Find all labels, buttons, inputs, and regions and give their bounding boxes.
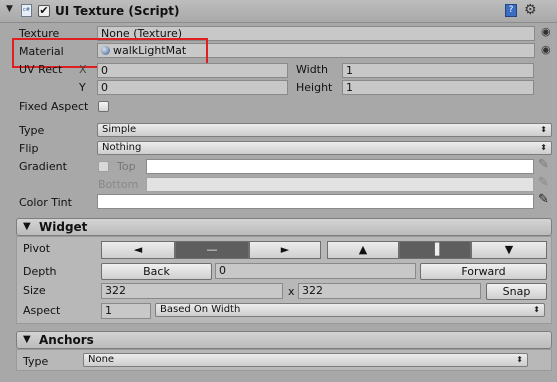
gradient-bottom-color[interactable] bbox=[146, 177, 534, 192]
snap-button[interactable]: Snap bbox=[486, 283, 547, 300]
enable-checkbox[interactable]: ✔ bbox=[38, 5, 50, 17]
component-title: UI Texture (Script) bbox=[55, 4, 180, 18]
depth-label: Depth bbox=[23, 265, 57, 278]
uv-y-label: Y bbox=[79, 81, 86, 94]
dropdown-arrows-icon: ⬍ bbox=[540, 125, 547, 134]
gradient-top-label: Top bbox=[117, 160, 136, 173]
pivot-middle-button[interactable]: ▐ bbox=[399, 241, 471, 259]
pivot-bottom-button[interactable]: ▼ bbox=[471, 241, 547, 259]
fixed-aspect-label: Fixed Aspect bbox=[19, 100, 89, 113]
aspect-mode-dropdown[interactable]: Based On Width ⬍ bbox=[155, 303, 545, 317]
anchors-type-label: Type bbox=[23, 355, 49, 368]
eyedropper-icon[interactable]: ✎ bbox=[538, 176, 549, 190]
uv-height-field[interactable]: 1 bbox=[342, 80, 534, 95]
texture-picker-icon[interactable]: ◉ bbox=[541, 25, 551, 38]
anchors-title: Anchors bbox=[39, 333, 94, 347]
color-tint-label: Color Tint bbox=[19, 196, 72, 209]
fixed-aspect-checkbox[interactable] bbox=[98, 101, 109, 112]
anchors-type-dropdown[interactable]: None ⬍ bbox=[83, 353, 528, 367]
flip-value: Nothing bbox=[102, 142, 142, 153]
dropdown-arrows-icon: ⬍ bbox=[533, 305, 540, 314]
widget-header[interactable]: ▼ Widget bbox=[16, 218, 552, 236]
pivot-top-button[interactable]: ▲ bbox=[327, 241, 399, 259]
gradient-bottom-label: Bottom bbox=[98, 178, 139, 191]
component-header: ▼ c# ✔ UI Texture (Script) ? ⚙ bbox=[0, 0, 557, 23]
settings-icon[interactable]: ⚙ bbox=[524, 2, 537, 18]
dropdown-arrows-icon: ⬍ bbox=[516, 355, 523, 364]
pivot-center-button[interactable]: — bbox=[175, 241, 249, 259]
type-dropdown[interactable]: Simple ⬍ bbox=[97, 123, 552, 137]
aspect-label: Aspect bbox=[23, 304, 61, 317]
type-value: Simple bbox=[102, 124, 137, 135]
uv-width-field[interactable]: 1 bbox=[342, 63, 534, 78]
eyedropper-icon[interactable]: ✎ bbox=[538, 193, 549, 207]
forward-button[interactable]: Forward bbox=[420, 263, 547, 280]
widget-title: Widget bbox=[39, 220, 88, 234]
depth-field[interactable]: 0 bbox=[215, 263, 416, 279]
size-x-label: x bbox=[288, 285, 295, 298]
dropdown-arrows-icon: ⬍ bbox=[540, 143, 547, 152]
size-width-field[interactable]: 322 bbox=[101, 283, 283, 299]
pivot-left-button[interactable]: ◄ bbox=[101, 241, 175, 259]
aspect-field[interactable]: 1 bbox=[101, 303, 151, 319]
aspect-mode-value: Based On Width bbox=[160, 304, 241, 315]
anchors-type-value: None bbox=[88, 354, 115, 365]
uv-x-label: X bbox=[79, 63, 87, 76]
color-tint-field[interactable] bbox=[97, 194, 534, 209]
flip-label: Flip bbox=[19, 142, 39, 155]
size-height-field[interactable]: 322 bbox=[298, 283, 481, 299]
help-icon[interactable]: ? bbox=[505, 4, 517, 17]
flip-dropdown[interactable]: Nothing ⬍ bbox=[97, 141, 552, 155]
gradient-label: Gradient bbox=[19, 160, 67, 173]
size-label: Size bbox=[23, 284, 46, 297]
uv-rect-label: UV Rect bbox=[19, 63, 63, 76]
script-icon: c# bbox=[21, 4, 32, 17]
gradient-checkbox[interactable] bbox=[98, 161, 109, 172]
foldout-arrow-icon: ▼ bbox=[23, 334, 31, 345]
uv-height-label: Height bbox=[296, 81, 333, 94]
eyedropper-icon[interactable]: ✎ bbox=[538, 158, 549, 172]
gradient-top-color[interactable] bbox=[146, 159, 534, 174]
pivot-label: Pivot bbox=[23, 242, 51, 255]
pivot-right-button[interactable]: ► bbox=[249, 241, 321, 259]
back-button[interactable]: Back bbox=[101, 263, 212, 280]
uv-width-label: Width bbox=[296, 63, 328, 76]
foldout-arrow-icon[interactable]: ▼ bbox=[6, 4, 13, 14]
type-label: Type bbox=[19, 124, 45, 137]
material-picker-icon[interactable]: ◉ bbox=[541, 43, 551, 56]
uv-x-field[interactable]: 0 bbox=[97, 63, 288, 78]
uv-y-field[interactable]: 0 bbox=[97, 80, 288, 95]
foldout-arrow-icon: ▼ bbox=[23, 221, 31, 232]
anchors-header[interactable]: ▼ Anchors bbox=[16, 331, 552, 349]
